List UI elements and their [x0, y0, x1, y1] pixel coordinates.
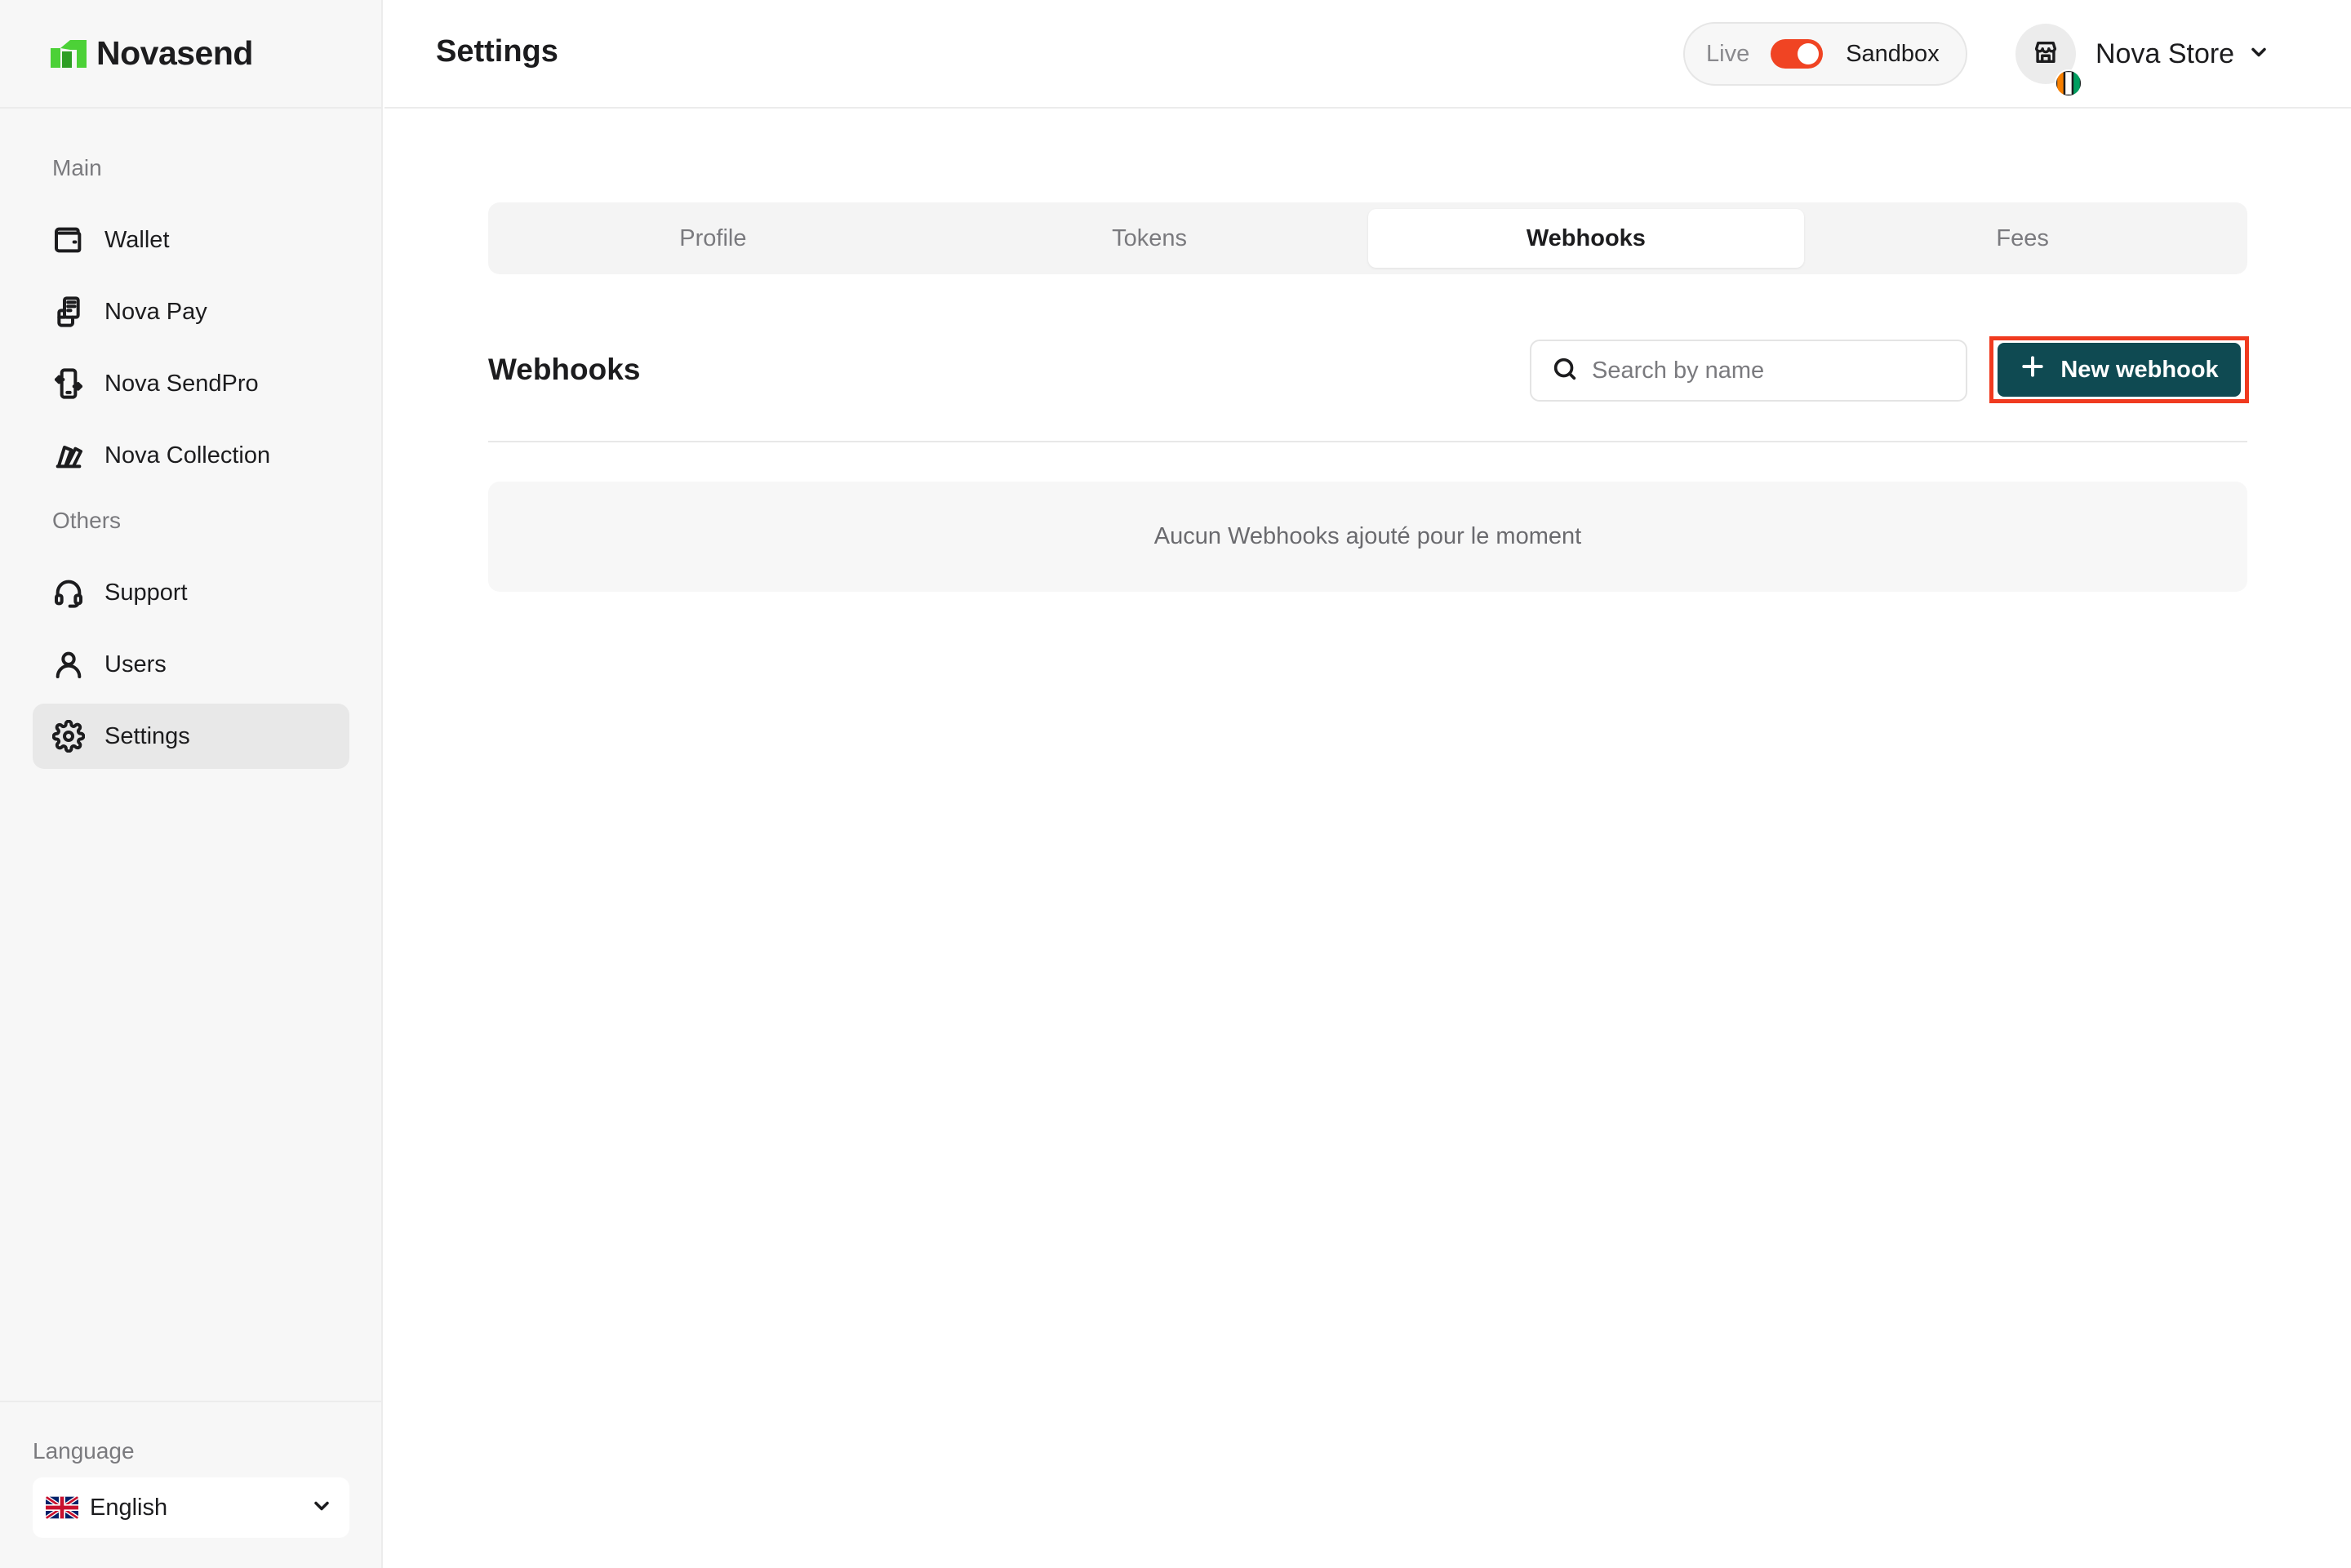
sidebar-item-nova-collection[interactable]: Nova Collection — [33, 423, 349, 488]
language-select[interactable]: English — [33, 1477, 349, 1538]
novasend-logo-icon — [51, 39, 87, 68]
sidebar-item-label: Settings — [104, 722, 190, 749]
headset-icon — [52, 576, 85, 609]
sidebar-item-label: Wallet — [104, 226, 170, 253]
language-label: Language — [33, 1438, 135, 1464]
sidebar-item-users[interactable]: Users — [33, 632, 349, 697]
chevron-down-icon — [2247, 41, 2270, 68]
language-divider — [0, 1401, 383, 1402]
empty-state: Aucun Webhooks ajouté pour le moment — [488, 482, 2247, 592]
section-divider — [488, 441, 2247, 442]
tab-fees[interactable]: Fees — [1804, 209, 2241, 268]
tab-tokens[interactable]: Tokens — [931, 209, 1368, 268]
env-sandbox-label[interactable]: Sandbox — [1846, 41, 1940, 68]
brand[interactable]: Novasend — [0, 0, 383, 109]
search-box[interactable] — [1530, 340, 1967, 402]
section-label-main: Main — [52, 155, 102, 180]
env-live-label[interactable]: Live — [1706, 41, 1749, 68]
sidebar-item-label: Users — [104, 651, 167, 677]
plus-icon — [2020, 353, 2060, 386]
webhooks-title: Webhooks — [488, 353, 641, 386]
sidebar-item-settings[interactable]: Settings — [33, 704, 349, 769]
sidebar-item-nova-pay[interactable]: Nova Pay — [33, 279, 349, 344]
search-input[interactable] — [1592, 357, 1951, 384]
brand-name: Novasend — [96, 34, 253, 72]
sidebar-item-nova-sendpro[interactable]: Nova SendPro — [33, 351, 349, 416]
chevron-down-icon — [310, 1495, 333, 1521]
page-title: Settings — [436, 34, 558, 69]
uk-flag-icon — [46, 1496, 78, 1519]
store-icon — [2032, 38, 2060, 70]
new-webhook-label: New webhook — [2060, 356, 2219, 383]
phone-transfer-icon — [52, 367, 85, 400]
new-webhook-button[interactable]: New webhook — [1998, 343, 2241, 397]
search-icon — [1551, 355, 1592, 387]
account-name: Nova Store — [2095, 38, 2235, 69]
tab-webhooks[interactable]: Webhooks — [1367, 209, 1805, 268]
user-icon — [52, 648, 85, 681]
avatar — [2015, 24, 2082, 97]
sidebar: Novasend Main Wallet Nova Pay Nova SendP… — [0, 0, 383, 1568]
language-value: English — [90, 1494, 168, 1521]
wallet-icon — [52, 224, 85, 256]
tab-profile[interactable]: Profile — [495, 209, 931, 268]
cards-icon — [52, 439, 85, 472]
account-menu[interactable]: Nova Store — [2015, 21, 2270, 97]
sidebar-item-wallet[interactable]: Wallet — [33, 207, 349, 273]
switch-knob — [1798, 43, 1820, 64]
env-switch[interactable] — [1771, 39, 1824, 69]
topbar: Settings Live Sandbox Nova Store — [384, 0, 2351, 109]
ivory-coast-flag-icon — [2055, 69, 2082, 97]
environment-toggle[interactable]: Live Sandbox — [1683, 22, 1967, 86]
settings-tabs: Profile Tokens Webhooks Fees — [488, 202, 2247, 274]
sidebar-item-label: Nova SendPro — [104, 370, 259, 397]
section-label-others: Others — [52, 508, 122, 533]
sidebar-item-label: Nova Pay — [104, 298, 207, 325]
sidebar-item-label: Support — [104, 579, 188, 606]
pos-terminal-icon — [52, 295, 85, 328]
sidebar-item-label: Nova Collection — [104, 442, 271, 469]
empty-message: Aucun Webhooks ajouté pour le moment — [1153, 523, 1582, 549]
app-root: Novasend Main Wallet Nova Pay Nova SendP… — [0, 0, 2351, 1568]
sidebar-item-support[interactable]: Support — [33, 560, 349, 625]
gear-icon — [51, 719, 86, 753]
